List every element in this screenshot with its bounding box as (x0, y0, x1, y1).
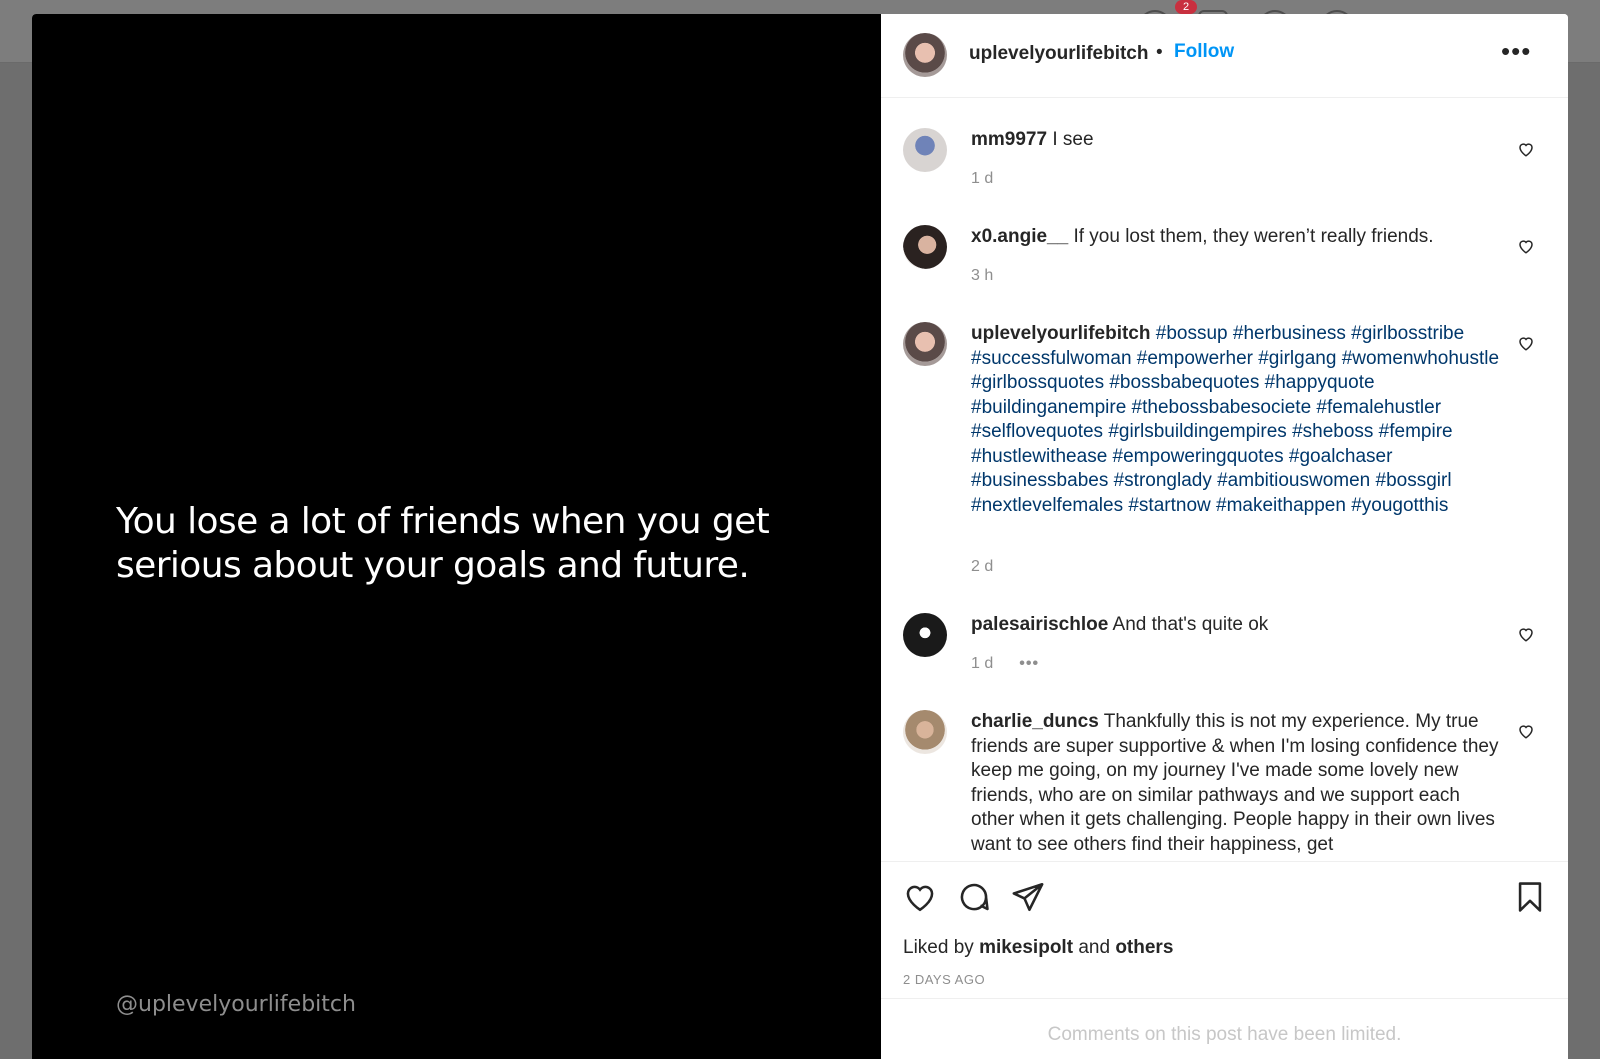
comment-username[interactable]: uplevelyourlifebitch (971, 323, 1150, 344)
post-modal: You lose a lot of friends when you get s… (32, 14, 1568, 1059)
avatar[interactable] (903, 33, 947, 77)
liked-by-text: Liked by mikesipolt and others (903, 937, 1173, 959)
post-timestamp[interactable]: 2 DAYS AGO (903, 972, 985, 987)
avatar[interactable] (903, 128, 947, 172)
comment-time: 3 h (971, 267, 994, 284)
avatar[interactable] (903, 710, 947, 754)
comment-options-icon[interactable]: ••• (1019, 655, 1039, 672)
post-author-username[interactable]: uplevelyourlifebitch (969, 43, 1148, 65)
comment-username[interactable]: palesairischloe (971, 614, 1108, 635)
like-comment-heart-icon[interactable] (1517, 334, 1535, 352)
liked-prefix: Liked by (903, 937, 974, 958)
comment-body: palesairischloe And that's quite ok (971, 613, 1501, 638)
more-options-icon[interactable]: ••• (1501, 36, 1531, 67)
bookmark-icon[interactable] (1513, 880, 1547, 914)
comment-text: And that's quite ok (1112, 614, 1269, 635)
like-comment-heart-icon[interactable] (1517, 237, 1535, 255)
comment-username[interactable]: charlie_duncs (971, 711, 1099, 732)
like-comment-heart-icon[interactable] (1517, 722, 1535, 740)
comment-body: charlie_duncs Thankfully this is not my … (971, 710, 1501, 857)
share-icon[interactable] (1011, 880, 1045, 914)
comment-time: 1 d (971, 655, 994, 672)
avatar[interactable] (903, 225, 947, 269)
liked-others-link[interactable]: others (1115, 937, 1173, 958)
avatar[interactable] (903, 613, 947, 657)
comment-text: I see (1052, 129, 1094, 150)
liked-and: and (1078, 937, 1111, 958)
avatar[interactable] (903, 322, 947, 366)
notification-badge: 2 (1175, 0, 1197, 14)
comment-body: x0.angie__ If you lost them, they weren’… (971, 225, 1501, 250)
post-watermark: @uplevelyourlifebitch (116, 992, 356, 1017)
post-header: uplevelyourlifebitch • Follow ••• (881, 14, 1568, 98)
comment-body: uplevelyourlifebitch #bossup #herbusines… (971, 322, 1501, 518)
post-side-panel: uplevelyourlifebitch • Follow ••• mm9977… (881, 14, 1568, 1059)
comment-username[interactable]: mm9977 (971, 129, 1047, 150)
comment-time: 1 d (971, 170, 994, 187)
liked-user-link[interactable]: mikesipolt (979, 937, 1073, 958)
like-comment-heart-icon[interactable] (1517, 625, 1535, 643)
follow-button[interactable]: Follow (1174, 41, 1234, 63)
comment-meta: 1 d ••• (971, 655, 1039, 673)
comments-limited-notice: Comments on this post have been limited. (881, 998, 1568, 1059)
separator-dot: • (1156, 42, 1163, 63)
hashtag-list[interactable]: #bossup #herbusiness #girlbosstribe #suc… (971, 323, 1499, 516)
heart-icon[interactable] (903, 880, 937, 914)
post-quote: You lose a lot of friends when you get s… (116, 501, 770, 586)
comment-icon[interactable] (957, 880, 991, 914)
comment-body: mm9977 I see (971, 128, 1501, 153)
comments-list[interactable]: mm9977 I see 1 d x0.angie__ If you lost … (881, 98, 1568, 860)
comment-username[interactable]: x0.angie__ (971, 226, 1068, 247)
comment-time: 2 d (971, 558, 994, 575)
comment-text: Thankfully this is not my experience. My… (971, 711, 1499, 855)
comment-text: If you lost them, they weren’t really fr… (1073, 226, 1434, 247)
like-comment-heart-icon[interactable] (1517, 140, 1535, 158)
post-actions: Liked by mikesipolt and others 2 DAYS AG… (881, 861, 1568, 1059)
post-image: You lose a lot of friends when you get s… (32, 14, 881, 1059)
